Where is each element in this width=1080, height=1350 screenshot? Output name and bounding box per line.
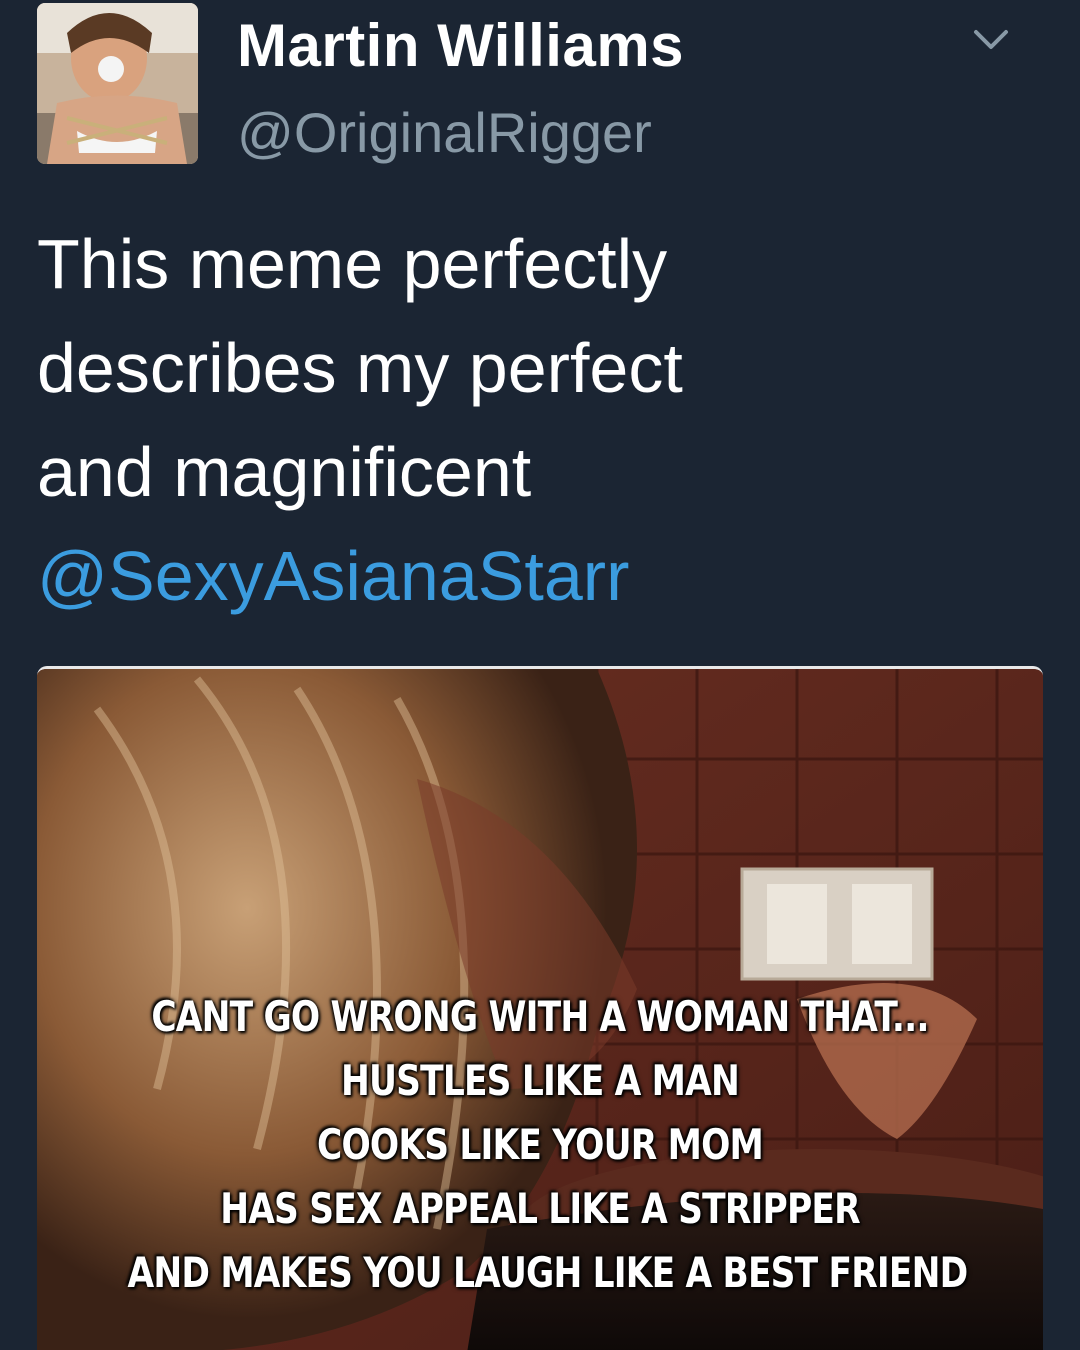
mention-link[interactable]: @SexyAsianaStarr bbox=[37, 524, 1037, 628]
user-handle[interactable]: @OriginalRigger bbox=[237, 100, 652, 166]
meme-caption: CANT GO WRONG WITH A WOMAN THAT... HUSTL… bbox=[127, 985, 969, 1305]
avatar[interactable] bbox=[37, 3, 198, 164]
meme-caption-line: COOKS LIKE YOUR MOM bbox=[316, 1120, 764, 1169]
tweet-text: This meme perfectly describes my perfect… bbox=[37, 212, 1037, 628]
chevron-down-icon[interactable] bbox=[968, 22, 1014, 58]
tweet-card: Martin Williams @OriginalRigger This mem… bbox=[0, 0, 1080, 1350]
display-name[interactable]: Martin Williams bbox=[237, 8, 684, 84]
meme-caption-line: HAS SEX APPEAL LIKE A STRIPPER bbox=[220, 1184, 860, 1233]
tweet-text-line: This meme perfectly bbox=[37, 225, 668, 303]
tweet-text-line: and magnificent bbox=[37, 433, 532, 511]
tweet-text-line: describes my perfect bbox=[37, 329, 683, 407]
meme-caption-line: CANT GO WRONG WITH A WOMAN THAT... bbox=[151, 992, 929, 1041]
meme-caption-line: AND MAKES YOU LAUGH LIKE A BEST FRIEND bbox=[127, 1248, 969, 1297]
tweet-media-image[interactable]: CANT GO WRONG WITH A WOMAN THAT... HUSTL… bbox=[37, 666, 1043, 1350]
avatar-image bbox=[37, 3, 198, 164]
meme-caption-line: HUSTLES LIKE A MAN bbox=[341, 1056, 740, 1105]
